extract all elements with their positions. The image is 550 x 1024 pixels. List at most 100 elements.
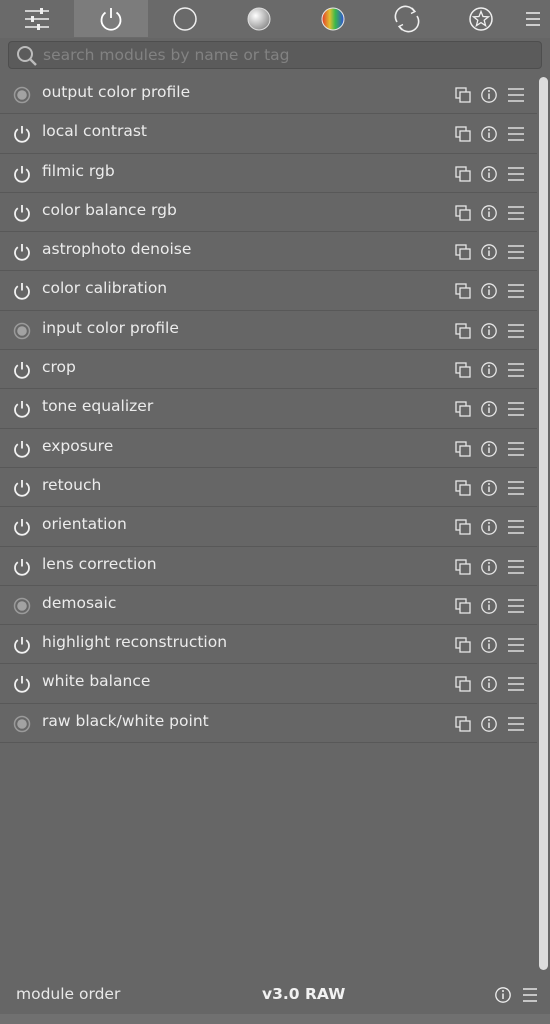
module-row[interactable]: output color profile	[0, 75, 537, 115]
multi-instance-icon[interactable]	[454, 361, 472, 379]
power-toggle-icon[interactable]	[12, 478, 32, 498]
presets-icon[interactable]	[507, 361, 525, 379]
hamburger-menu-icon[interactable]	[521, 986, 539, 1004]
module-row[interactable]: demosaic	[0, 586, 537, 626]
reset-info-icon[interactable]	[480, 440, 498, 458]
power-toggle-icon[interactable]	[12, 360, 32, 380]
presets-icon[interactable]	[507, 86, 525, 104]
module-row[interactable]: local contrast	[0, 114, 537, 154]
multi-instance-icon[interactable]	[454, 400, 472, 418]
multi-instance-icon[interactable]	[454, 86, 472, 104]
multi-instance-icon[interactable]	[454, 675, 472, 693]
reset-info-icon[interactable]	[480, 715, 498, 733]
presets-icon[interactable]	[507, 479, 525, 497]
reset-info-icon[interactable]	[480, 479, 498, 497]
module-label[interactable]: local contrast	[42, 122, 147, 140]
multi-instance-icon[interactable]	[454, 440, 472, 458]
module-label[interactable]: astrophoto denoise	[42, 240, 191, 258]
module-row[interactable]: orientation	[0, 507, 537, 547]
presets-icon[interactable]	[507, 440, 525, 458]
reset-info-icon[interactable]	[480, 86, 498, 104]
module-label[interactable]: highlight reconstruction	[42, 633, 227, 651]
reset-info-icon[interactable]	[480, 125, 498, 143]
module-row[interactable]: color balance rgb	[0, 193, 537, 233]
presets-icon[interactable]	[507, 282, 525, 300]
tab-tone[interactable]	[222, 0, 296, 37]
presets-icon[interactable]	[507, 675, 525, 693]
tab-sliders[interactable]	[0, 0, 74, 37]
module-label[interactable]: input color profile	[42, 319, 179, 337]
module-label[interactable]: white balance	[42, 672, 150, 690]
reset-info-icon[interactable]	[480, 282, 498, 300]
presets-icon[interactable]	[507, 636, 525, 654]
power-toggle-icon[interactable]	[12, 517, 32, 537]
power-toggle-icon[interactable]	[12, 674, 32, 694]
power-toggle-icon[interactable]	[12, 557, 32, 577]
power-toggle-icon[interactable]	[12, 399, 32, 419]
reset-info-icon[interactable]	[480, 518, 498, 536]
tab-effects[interactable]	[444, 0, 518, 37]
multi-instance-icon[interactable]	[454, 282, 472, 300]
power-toggle-icon[interactable]	[12, 124, 32, 144]
module-row[interactable]: raw black/white point	[0, 704, 537, 744]
reset-info-icon[interactable]	[480, 597, 498, 615]
module-label[interactable]: tone equalizer	[42, 397, 153, 415]
info-icon[interactable]	[494, 986, 512, 1004]
multi-instance-icon[interactable]	[454, 636, 472, 654]
module-label[interactable]: retouch	[42, 476, 101, 494]
power-toggle-icon[interactable]	[12, 281, 32, 301]
tab-correct[interactable]	[370, 0, 444, 37]
multi-instance-icon[interactable]	[454, 597, 472, 615]
presets-icon[interactable]	[507, 125, 525, 143]
tab-color[interactable]	[296, 0, 370, 37]
multi-instance-icon[interactable]	[454, 204, 472, 222]
multi-instance-icon[interactable]	[454, 125, 472, 143]
tab-active-modules[interactable]	[74, 0, 148, 37]
presets-icon[interactable]	[507, 322, 525, 340]
module-label[interactable]: crop	[42, 358, 76, 376]
presets-icon[interactable]	[507, 243, 525, 261]
module-row[interactable]: retouch	[0, 468, 537, 508]
presets-icon[interactable]	[507, 715, 525, 733]
presets-icon[interactable]	[507, 204, 525, 222]
module-row[interactable]: exposure	[0, 429, 537, 468]
reset-info-icon[interactable]	[480, 675, 498, 693]
presets-icon[interactable]	[507, 558, 525, 576]
multi-instance-icon[interactable]	[454, 715, 472, 733]
reset-info-icon[interactable]	[480, 361, 498, 379]
power-toggle-icon[interactable]	[12, 242, 32, 262]
reset-info-icon[interactable]	[480, 400, 498, 418]
module-row[interactable]: crop	[0, 350, 537, 390]
presets-icon[interactable]	[507, 518, 525, 536]
module-label[interactable]: color balance rgb	[42, 201, 177, 219]
module-row[interactable]: input color profile	[0, 311, 537, 351]
module-row[interactable]: color calibration	[0, 271, 537, 311]
reset-info-icon[interactable]	[480, 165, 498, 183]
module-label[interactable]: orientation	[42, 515, 127, 533]
presets-icon[interactable]	[507, 597, 525, 615]
module-row[interactable]: tone equalizer	[0, 389, 537, 429]
module-label[interactable]: demosaic	[42, 594, 116, 612]
search-input[interactable]	[43, 43, 533, 67]
multi-instance-icon[interactable]	[454, 558, 472, 576]
module-label[interactable]: lens correction	[42, 555, 157, 573]
presets-icon[interactable]	[507, 400, 525, 418]
presets-icon[interactable]	[507, 165, 525, 183]
reset-info-icon[interactable]	[480, 558, 498, 576]
power-toggle-icon[interactable]	[12, 635, 32, 655]
module-label[interactable]: output color profile	[42, 83, 190, 101]
reset-info-icon[interactable]	[480, 322, 498, 340]
multi-instance-icon[interactable]	[454, 479, 472, 497]
reset-info-icon[interactable]	[480, 636, 498, 654]
module-label[interactable]: color calibration	[42, 279, 167, 297]
module-row[interactable]: highlight reconstruction	[0, 625, 537, 665]
module-row[interactable]: white balance	[0, 664, 537, 704]
reset-info-icon[interactable]	[480, 204, 498, 222]
power-toggle-icon[interactable]	[12, 164, 32, 184]
power-toggle-icon[interactable]	[12, 203, 32, 223]
multi-instance-icon[interactable]	[454, 322, 472, 340]
multi-instance-icon[interactable]	[454, 243, 472, 261]
module-row[interactable]: astrophoto denoise	[0, 232, 537, 272]
module-row[interactable]: lens correction	[0, 547, 537, 586]
module-label[interactable]: raw black/white point	[42, 712, 209, 730]
